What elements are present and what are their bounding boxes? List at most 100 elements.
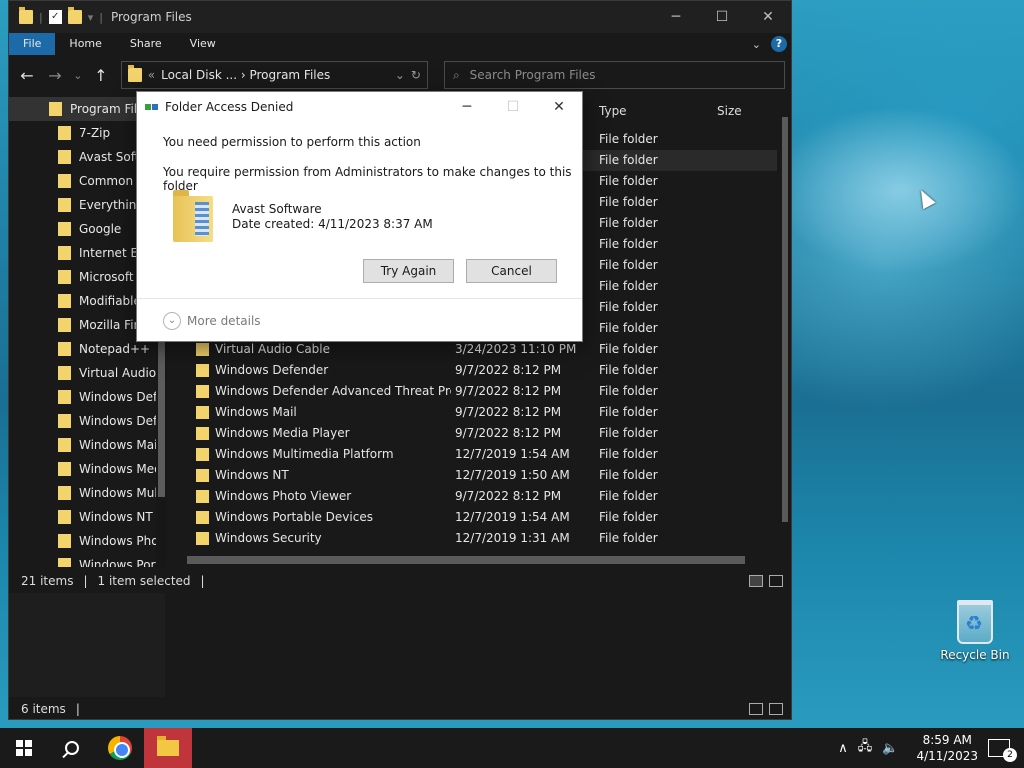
- row-type: File folder: [599, 216, 658, 230]
- navigation-bar: ← → ⌄ ↑ « Local Disk ... › Program Files…: [9, 55, 791, 95]
- column-header-size[interactable]: Size: [717, 104, 742, 118]
- folder-icon: [127, 65, 142, 82]
- folder-icon: [58, 558, 71, 567]
- table-row[interactable]: Windows NT 12/7/2019 1:50 AM File folder: [187, 465, 777, 486]
- tree-item[interactable]: Windows Defender: [9, 385, 167, 409]
- tree-item-label: Windows Photo Viewer: [79, 534, 167, 548]
- notification-count-badge: 2: [1003, 748, 1017, 762]
- expand-ribbon-icon[interactable]: ⌄: [752, 38, 761, 51]
- folder-icon: [58, 222, 71, 236]
- table-row[interactable]: Windows Portable Devices 12/7/2019 1:54 A…: [187, 507, 777, 528]
- dialog-date-created: Date created: 4/11/2023 8:37 AM: [232, 217, 433, 231]
- tab-share[interactable]: Share: [116, 33, 176, 55]
- status-separator: |: [200, 574, 205, 588]
- address-dropdown-icon[interactable]: ⌄: [395, 68, 405, 82]
- breadcrumb-overflow-icon[interactable]: «: [148, 68, 155, 82]
- start-button[interactable]: [0, 728, 48, 768]
- back-button[interactable]: ←: [15, 63, 39, 87]
- table-row[interactable]: Virtual Audio Cable 3/24/2023 11:10 PM Fil…: [187, 339, 777, 360]
- dialog-close-button[interactable]: ✕: [536, 99, 582, 115]
- address-bar[interactable]: « Local Disk ... › Program Files ⌄ ↻: [120, 61, 428, 89]
- tab-view[interactable]: View: [176, 33, 230, 55]
- cancel-button[interactable]: Cancel: [466, 259, 557, 283]
- tree-item[interactable]: Windows Defender Advanced: [9, 409, 167, 433]
- dialog-title: Folder Access Denied: [165, 100, 294, 114]
- chrome-taskbar-button[interactable]: [96, 728, 144, 768]
- dialog-minimize-button[interactable]: ─: [444, 99, 490, 115]
- refresh-icon[interactable]: ↻: [411, 68, 421, 82]
- dialog-detail-message: You require permission from Administrato…: [163, 165, 572, 193]
- close-button[interactable]: ✕: [745, 1, 791, 33]
- network-icon[interactable]: 🖧: [858, 737, 873, 759]
- dialog-title-bar: Folder Access Denied ─ ☐ ✕: [137, 92, 582, 122]
- help-icon[interactable]: ?: [771, 36, 787, 52]
- file-explorer-taskbar-button[interactable]: [144, 728, 192, 768]
- show-hidden-icons-button[interactable]: ∧: [838, 741, 848, 756]
- folder-icon: [58, 246, 71, 260]
- tree-item-label: Notepad++: [79, 342, 151, 356]
- properties-icon[interactable]: ✓: [48, 10, 62, 24]
- tree-item[interactable]: Windows Photo Viewer: [9, 529, 167, 553]
- new-folder-icon[interactable]: [67, 7, 82, 24]
- row-date: 12/7/2019 1:54 AM: [455, 510, 570, 524]
- status-bar: 21 items | 1 item selected |: [9, 569, 791, 593]
- recent-locations-button[interactable]: ⌄: [71, 63, 85, 87]
- table-row[interactable]: Windows Mail 9/7/2022 8:12 PM File folder: [187, 402, 777, 423]
- tree-item[interactable]: Virtual Audio Cable: [9, 361, 167, 385]
- tree-item[interactable]: Windows NT: [9, 505, 167, 529]
- large-icons-view-icon[interactable]: [769, 575, 783, 587]
- folder-icon: [58, 414, 71, 428]
- row-type: File folder: [599, 153, 658, 167]
- address-path[interactable]: Local Disk ... › Program Files: [161, 68, 389, 82]
- tree-item-label: Windows NT: [79, 510, 153, 524]
- row-date: 12/7/2019 1:50 AM: [455, 468, 570, 482]
- selection-count: 1 item selected: [97, 574, 191, 588]
- folder-icon: [58, 294, 71, 308]
- try-again-button[interactable]: Try Again: [363, 259, 454, 283]
- large-icons-view-icon[interactable]: [769, 703, 783, 715]
- tab-home[interactable]: Home: [55, 33, 115, 55]
- notification-center-button[interactable]: 2: [988, 739, 1017, 762]
- minimize-button[interactable]: ─: [653, 1, 699, 33]
- scrollbar-thumb[interactable]: [158, 337, 165, 497]
- quick-access-toolbar: | ✓ ▾ |: [9, 7, 103, 24]
- forward-button[interactable]: →: [43, 63, 67, 87]
- table-row[interactable]: Windows Defender 9/7/2022 8:12 PM File fol…: [187, 360, 777, 381]
- column-header-type[interactable]: Type: [599, 104, 627, 118]
- file-list-scrollbar[interactable]: [779, 97, 791, 553]
- tree-item[interactable]: Windows Multimedia: [9, 481, 167, 505]
- search-input[interactable]: [469, 68, 760, 82]
- search-box[interactable]: ⌕: [443, 61, 786, 89]
- table-row[interactable]: Windows Media Player 9/7/2022 8:12 PM File…: [187, 423, 777, 444]
- table-row[interactable]: Windows Multimedia Platform 12/7/2019 1:5…: [187, 444, 777, 465]
- clock[interactable]: 8:59 AM 4/11/2023: [916, 732, 978, 764]
- more-details-toggle[interactable]: ⌄ More details: [163, 312, 261, 330]
- up-button[interactable]: ↑: [89, 63, 113, 87]
- tree-item[interactable]: Windows Media Player: [9, 457, 167, 481]
- folder-icon: [196, 511, 209, 524]
- folder-icon: [19, 7, 33, 24]
- tree-item[interactable]: Windows Portable Devices: [9, 553, 167, 567]
- row-type: File folder: [599, 342, 658, 356]
- search-button[interactable]: [48, 728, 96, 768]
- table-row[interactable]: Windows Photo Viewer 9/7/2022 8:12 PM File…: [187, 486, 777, 507]
- table-row[interactable]: Windows Security 12/7/2019 1:31 AM File fo…: [187, 528, 777, 549]
- recycle-bin[interactable]: Recycle Bin: [940, 600, 1010, 662]
- more-details-label: More details: [187, 314, 261, 328]
- table-row[interactable]: Windows Defender Advanced Threat Prot...…: [187, 381, 777, 402]
- row-type: File folder: [599, 321, 658, 335]
- customize-qa-icon[interactable]: ▾: [88, 11, 94, 24]
- folder-icon: [58, 150, 71, 164]
- row-type: File folder: [599, 384, 658, 398]
- tree-item[interactable]: Windows Mail: [9, 433, 167, 457]
- row-type: File folder: [599, 300, 658, 314]
- scrollbar-thumb[interactable]: [782, 117, 788, 522]
- volume-icon[interactable]: 🔈: [882, 741, 898, 756]
- tab-file[interactable]: File: [9, 33, 56, 55]
- hscrollbar-thumb[interactable]: [187, 556, 745, 564]
- details-view-icon[interactable]: [749, 575, 763, 587]
- tree-item-label: Windows Multimedia: [79, 486, 167, 500]
- file-list-hscrollbar[interactable]: [175, 553, 779, 567]
- maximize-button[interactable]: ☐: [699, 1, 745, 33]
- details-view-icon[interactable]: [749, 703, 763, 715]
